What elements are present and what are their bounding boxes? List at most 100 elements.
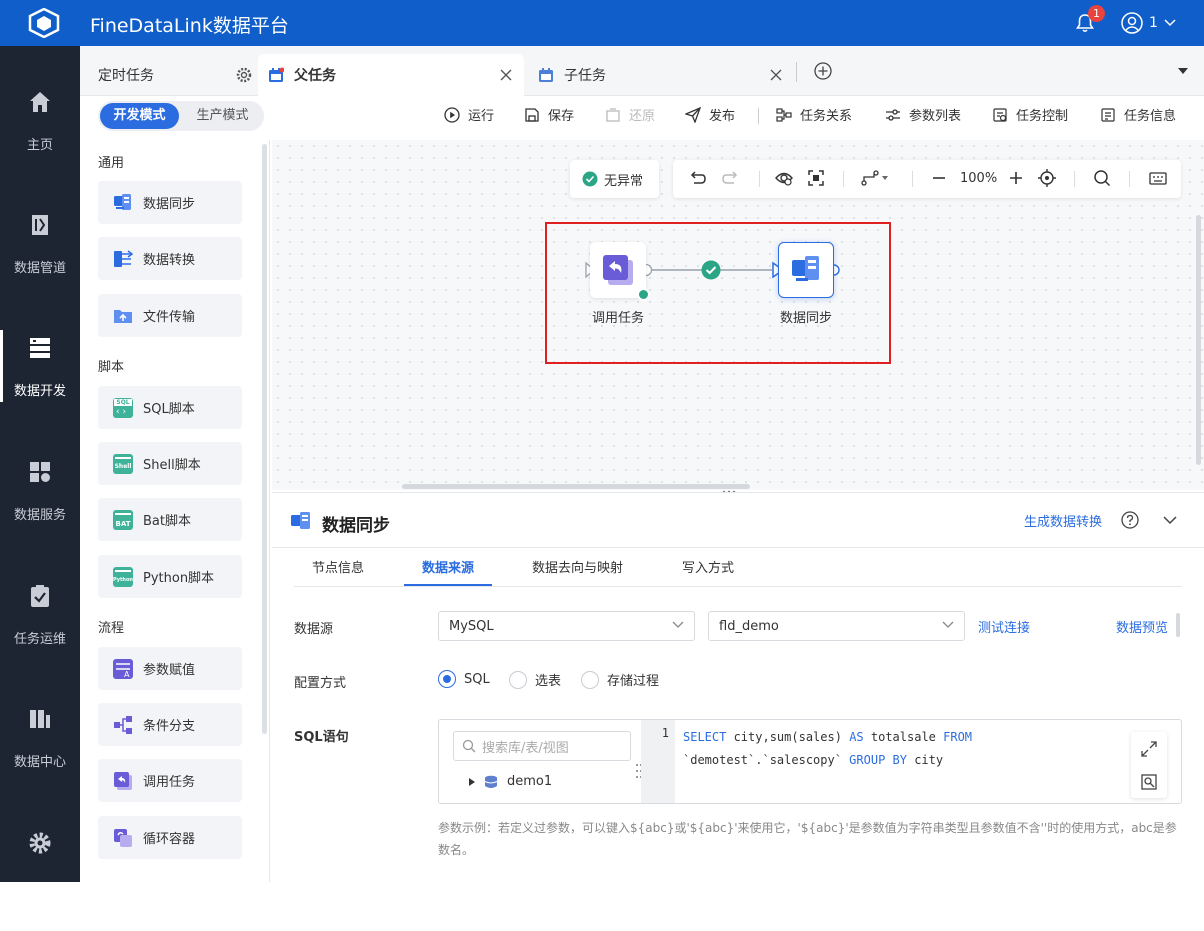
redo-icon[interactable] xyxy=(721,169,739,187)
restore-button[interactable]: 还原 xyxy=(605,105,655,124)
radio-stored-proc[interactable]: 存储过程 xyxy=(581,670,659,689)
zoom-out-icon[interactable] xyxy=(931,169,947,187)
tree-db-item[interactable]: demo1 xyxy=(469,774,552,789)
format-icon[interactable] xyxy=(1141,774,1157,790)
tab-child-task-label: 子任务 xyxy=(564,68,606,84)
palette-scrollbar[interactable] xyxy=(262,144,267,734)
nav-datacenter-label: 数据中心 xyxy=(13,755,66,770)
svg-text:A: A xyxy=(124,670,130,679)
tab-dropdown-icon[interactable] xyxy=(1178,68,1188,75)
datasource-conn-select[interactable]: fld_demo xyxy=(708,611,965,641)
connector-style-icon[interactable] xyxy=(861,169,889,187)
status-indicator: 无异常 xyxy=(570,160,659,198)
tab-parent-task[interactable]: 父任务 xyxy=(258,54,524,96)
palette-group-flow: 流程 xyxy=(98,621,125,636)
palette-item-condition-branch[interactable]: 条件分支 xyxy=(98,703,242,746)
subtab-target-mapping[interactable]: 数据去向与映射 xyxy=(532,557,623,576)
datacenter-icon xyxy=(30,710,50,728)
keyboard-icon[interactable] xyxy=(1149,169,1167,187)
palette-item-file-transfer[interactable]: 文件传输 xyxy=(98,294,242,337)
nav-service[interactable]: 数据服务 xyxy=(0,460,80,560)
tab-scheduled[interactable]: 定时任务 xyxy=(90,54,256,96)
add-tab-icon[interactable] xyxy=(814,62,832,80)
sql-editor-box: 搜索库/表/视图 demo1 1 SELECT city,sum(sales) … xyxy=(438,719,1182,804)
radio-circle xyxy=(438,670,456,688)
locate-icon[interactable] xyxy=(1038,169,1056,187)
zoom-in-icon[interactable] xyxy=(1008,169,1024,187)
help-icon[interactable] xyxy=(1121,511,1139,529)
nav-ops[interactable]: 任务运维 xyxy=(0,584,80,684)
subtab-data-source[interactable]: 数据来源 xyxy=(422,557,474,576)
palette-item-data-sync[interactable]: 数据同步 xyxy=(98,181,242,224)
canvas-vscrollbar[interactable] xyxy=(1196,215,1201,465)
nav-ops-label: 任务运维 xyxy=(13,632,66,647)
palette-item-data-transform[interactable]: 数据转换 xyxy=(98,237,242,280)
nav-home[interactable]: 主页 xyxy=(0,90,80,190)
node-data-sync[interactable] xyxy=(778,242,834,298)
undo-icon[interactable] xyxy=(689,169,707,187)
palette-item-label: 条件分支 xyxy=(143,719,196,734)
db-search-input[interactable]: 搜索库/表/视图 xyxy=(453,731,631,761)
data-preview-link[interactable]: 数据预览 xyxy=(1116,617,1168,636)
radio-circle xyxy=(581,670,599,689)
tree-db-label: demo1 xyxy=(507,774,553,789)
user-menu[interactable]: 1 xyxy=(1121,12,1176,34)
close-icon[interactable] xyxy=(770,69,782,81)
task-info-button[interactable]: 任务信息 xyxy=(1100,105,1176,124)
palette-item-param-assign[interactable]: A 参数赋值 xyxy=(98,647,242,690)
nav-datacenter[interactable]: 数据中心 xyxy=(0,707,80,807)
task-control-button[interactable]: 任务控制 xyxy=(992,105,1068,124)
nav-pipeline-label: 数据管道 xyxy=(13,261,66,276)
panel-scrollbar[interactable] xyxy=(1176,613,1180,637)
prod-mode-toggle[interactable]: 生产模式 xyxy=(183,103,262,129)
expand-icon[interactable] xyxy=(1141,741,1157,757)
nav-pipeline[interactable]: 数据管道 xyxy=(0,213,80,313)
node-data-sync-label: 数据同步 xyxy=(780,311,833,326)
run-button[interactable]: 运行 xyxy=(444,105,494,124)
fit-screen-icon[interactable] xyxy=(807,169,825,187)
nav-settings[interactable] xyxy=(0,831,80,931)
restore-icon xyxy=(606,107,620,122)
palette-item-shell-script[interactable]: Shell Shell脚本 xyxy=(98,442,242,485)
connection-ok-icon[interactable] xyxy=(701,260,721,280)
palette-item-bat-script[interactable]: BAT Bat脚本 xyxy=(98,498,242,541)
subtab-node-info[interactable]: 节点信息 xyxy=(312,557,364,576)
tab-parent-task-label: 父任务 xyxy=(294,68,336,84)
radio-sql[interactable]: SQL xyxy=(438,670,490,688)
node-invoke-task[interactable] xyxy=(590,242,650,301)
dev-mode-toggle[interactable]: 开发模式 xyxy=(100,103,179,129)
publish-button[interactable]: 发布 xyxy=(685,105,735,124)
tab-scheduled-label: 定时任务 xyxy=(98,68,154,84)
sql-keyword: FROM xyxy=(943,730,973,744)
dev-icon xyxy=(30,338,50,358)
search-icon[interactable] xyxy=(1093,169,1111,187)
palette-item-invoke-task[interactable]: 调用任务 xyxy=(98,759,242,802)
collapse-chevron-icon[interactable] xyxy=(1163,515,1177,525)
close-icon[interactable] xyxy=(500,69,512,81)
canvas-hscrollbar[interactable] xyxy=(402,484,750,489)
palette-item-loop-container[interactable]: 循环容器 xyxy=(98,816,242,859)
line-gutter: 1 xyxy=(641,720,675,803)
datasource-type-select[interactable]: MySQL xyxy=(438,611,695,641)
generate-transform-link[interactable]: 生成数据转换 xyxy=(1024,511,1102,530)
subtab-write-mode[interactable]: 写入方式 xyxy=(682,557,734,576)
tab-child-task[interactable]: 子任务 xyxy=(528,54,794,96)
nav-dev[interactable]: 数据开发 xyxy=(0,330,80,436)
ctrl-divider xyxy=(1129,171,1130,187)
test-connection-link[interactable]: 测试连接 xyxy=(978,617,1030,636)
eye-icon[interactable] xyxy=(775,169,793,187)
palette-item-sql-script[interactable]: SQL ‹ › SQL脚本 xyxy=(98,386,242,429)
settings-icon[interactable] xyxy=(236,67,252,83)
data-transform-icon xyxy=(113,249,134,269)
radio-select-table[interactable]: 选表 xyxy=(509,670,561,689)
save-button[interactable]: 保存 xyxy=(524,105,574,124)
sql-text: city xyxy=(906,753,944,767)
palette-item-python-script[interactable]: Python Python脚本 xyxy=(98,555,242,598)
task-control-icon xyxy=(993,107,1007,122)
home-icon xyxy=(30,92,50,112)
node-status-dot xyxy=(637,288,650,301)
param-list-button[interactable]: 参数列表 xyxy=(885,105,961,124)
sql-code[interactable]: SELECT city,sum(sales) AS totalsale FROM… xyxy=(683,726,972,772)
palette-group-general: 通用 xyxy=(98,156,125,171)
task-relation-button[interactable]: 任务关系 xyxy=(776,105,852,124)
